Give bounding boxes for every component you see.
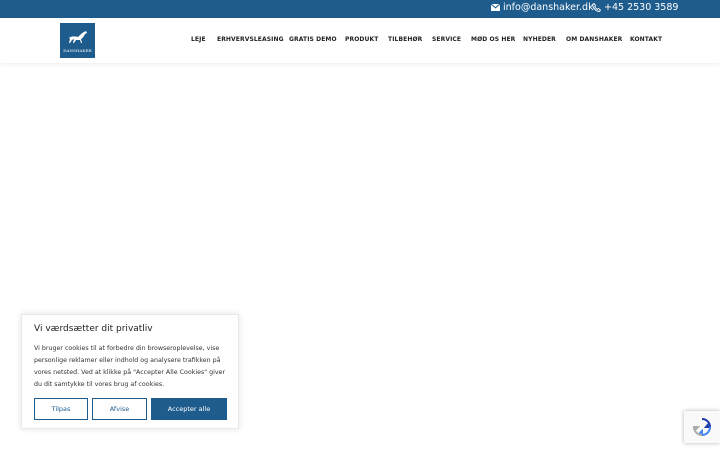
nav-item-kontakt[interactable]: KONTAKT bbox=[630, 36, 662, 43]
horse-icon bbox=[69, 31, 87, 43]
nav-item-service[interactable]: SERVICE bbox=[432, 36, 461, 43]
phone-link[interactable]: +45 2530 3589 bbox=[592, 2, 678, 13]
danshaker-logo[interactable]: DANSHAKER bbox=[60, 23, 95, 58]
logo-text: DANSHAKER bbox=[63, 48, 92, 53]
nav-item-gratis-demo[interactable]: GRATIS DEMO bbox=[289, 36, 337, 43]
recaptcha-badge[interactable] bbox=[684, 411, 720, 443]
email-text: info@danshaker.dk bbox=[503, 2, 594, 13]
envelope-icon bbox=[491, 4, 500, 11]
nav-item-erhvervsleasing[interactable]: ERHVERVSLEASING bbox=[217, 36, 284, 43]
nav-item-om-danshaker[interactable]: OM DANSHAKER bbox=[566, 36, 622, 43]
nav-item-produkt[interactable]: PRODUKT bbox=[345, 36, 378, 43]
customize-button[interactable]: Tilpas bbox=[34, 398, 88, 420]
email-link[interactable]: info@danshaker.dk bbox=[491, 2, 594, 13]
recaptcha-icon bbox=[692, 418, 712, 437]
top-contact-bar: info@danshaker.dk +45 2530 3589 bbox=[0, 0, 720, 18]
site-header: DANSHAKER LEJE ERHVERVSLEASING GRATIS DE… bbox=[0, 18, 720, 63]
nav-item-nyheder[interactable]: NYHEDER bbox=[523, 36, 556, 43]
nav-item-tilbehor[interactable]: TILBEHØR bbox=[388, 36, 422, 43]
cookie-title: Vi værdsætter dit privatliv bbox=[34, 324, 153, 334]
accept-all-button[interactable]: Accepter alle bbox=[151, 398, 227, 420]
phone-text: +45 2530 3589 bbox=[604, 2, 679, 13]
cookie-consent-banner: Vi værdsætter dit privatliv Vi bruger co… bbox=[21, 314, 239, 429]
phone-icon bbox=[592, 3, 601, 12]
reject-button[interactable]: Afvise bbox=[92, 398, 147, 420]
nav-item-mod-os-her[interactable]: MØD OS HER bbox=[471, 36, 515, 43]
nav-item-leje[interactable]: LEJE bbox=[191, 36, 206, 43]
cookie-description: Vi bruger cookies til at forbedre din br… bbox=[34, 345, 226, 388]
